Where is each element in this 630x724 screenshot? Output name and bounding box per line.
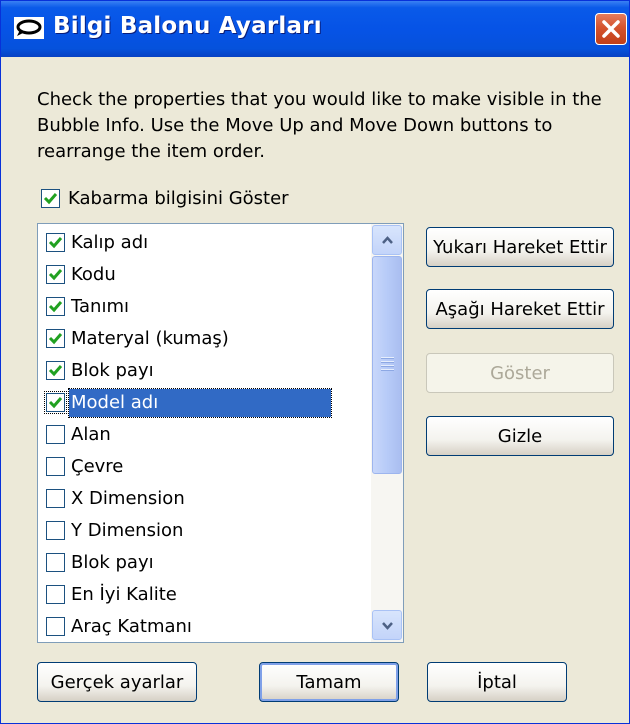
vertical-scrollbar[interactable] (371, 224, 403, 642)
checkmark-icon (48, 333, 63, 345)
list-item[interactable]: Araç Katmanı (46, 611, 371, 642)
ok-button[interactable]: Tamam (259, 662, 399, 702)
properties-list[interactable]: Kalıp adı Kodu Tanımı Materyal (kumaş) Blok … (37, 223, 404, 643)
list-item-label: Blok payı (71, 359, 154, 381)
scrollbar-thumb[interactable] (372, 256, 402, 474)
close-button[interactable] (595, 13, 627, 45)
chevron-up-icon (382, 236, 393, 244)
list-item-checkbox[interactable] (46, 553, 65, 572)
checkmark-icon (48, 301, 63, 313)
list-item[interactable]: Y Dimension (46, 515, 371, 546)
list-item-checkbox[interactable] (46, 361, 65, 380)
checkmark-icon (43, 192, 58, 204)
grip-icon (381, 357, 394, 373)
checkmark-icon (48, 397, 63, 409)
list-item[interactable]: Kalıp adı (46, 227, 371, 258)
show-button[interactable]: Göster (426, 353, 614, 393)
instructions-text: Check the properties that you would like… (37, 89, 602, 162)
move-up-button[interactable]: Yukarı Hareket Ettir (426, 227, 614, 267)
list-item[interactable]: X Dimension (46, 483, 371, 514)
show-bubble-label: Kabarma bilgisini Göster (68, 187, 289, 209)
list-item[interactable]: Kodu (46, 259, 371, 290)
list-item[interactable]: Materyal (kumaş) (46, 323, 371, 354)
dialog-window: Bilgi Balonu Ayarları Check the properti… (0, 0, 630, 724)
list-item-checkbox[interactable] (46, 425, 65, 444)
list-item-label: Alan (71, 423, 111, 445)
list-item-label: X Dimension (71, 487, 185, 509)
list-item-label: Tanımı (71, 295, 129, 317)
checkmark-icon (48, 365, 63, 377)
hide-button[interactable]: Gizle (426, 416, 614, 456)
list-item[interactable]: Çevre (46, 451, 371, 482)
list-item-checkbox[interactable] (46, 457, 65, 476)
list-item-checkbox[interactable] (46, 617, 65, 636)
list-item-checkbox[interactable] (46, 329, 65, 348)
list-item[interactable]: Model adı (44, 387, 371, 418)
show-bubble-checkbox[interactable] (41, 188, 60, 208)
scroll-up-button[interactable] (372, 225, 402, 255)
list-item-checkbox[interactable] (46, 297, 65, 316)
list-item-checkbox[interactable] (46, 265, 65, 284)
list-item-checkbox[interactable] (46, 489, 65, 508)
chevron-down-icon (382, 622, 393, 630)
list-item-label: Kalıp adı (71, 231, 149, 253)
list-item-checkbox[interactable] (46, 233, 65, 252)
list-item[interactable]: Blok payı (46, 547, 371, 578)
list-item-checkbox[interactable] (46, 585, 65, 604)
list-item-checkbox[interactable] (46, 521, 65, 540)
close-icon (602, 20, 620, 38)
list-item-label: Araç Katmanı (71, 615, 192, 637)
bubble-icon (14, 17, 44, 39)
list-item-label: En İyi Kalite (71, 583, 177, 605)
list-item-label: Blok payı (71, 551, 154, 573)
checkmark-icon (48, 269, 63, 281)
checkmark-icon (48, 237, 63, 249)
list-item[interactable]: Tanımı (46, 291, 371, 322)
list-item[interactable]: En İyi Kalite (46, 579, 371, 610)
list-item-label: Kodu (71, 263, 116, 285)
scroll-down-button[interactable] (372, 610, 402, 640)
list-item-label: Model adı (68, 387, 332, 418)
move-down-button[interactable]: Aşağı Hareket Ettir (426, 289, 614, 329)
title-bar[interactable]: Bilgi Balonu Ayarları (1, 1, 629, 57)
cancel-button[interactable]: İptal (427, 662, 567, 702)
list-item-label: Materyal (kumaş) (71, 327, 229, 349)
list-item[interactable]: Blok payı (46, 355, 371, 386)
list-item-label: Çevre (71, 455, 124, 477)
window-title: Bilgi Balonu Ayarları (53, 13, 322, 39)
defaults-button[interactable]: Gerçek ayarlar (37, 662, 197, 702)
list-item-checkbox[interactable] (44, 391, 67, 414)
list-item-label: Y Dimension (71, 519, 184, 541)
show-bubble-option[interactable]: Kabarma bilgisini Göster (41, 186, 289, 210)
list-item[interactable]: Alan (46, 419, 371, 450)
